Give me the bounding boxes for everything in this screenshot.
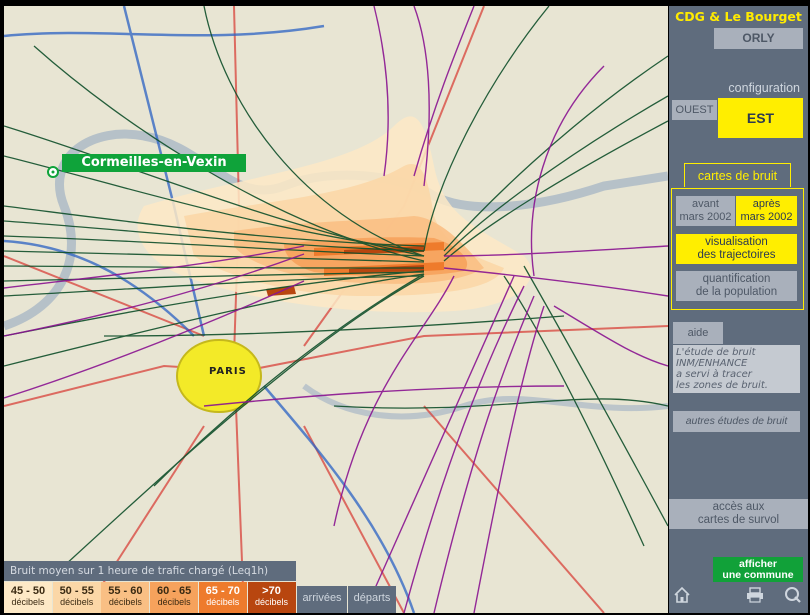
airport-title: CDG & Le Bourget xyxy=(675,9,802,24)
legend-band-unit: décibels xyxy=(206,597,240,607)
arrivals-toggle[interactable]: arrivées xyxy=(297,586,347,613)
departures-toggle[interactable]: départs xyxy=(348,586,396,613)
legend-band-label: 55 - 60 xyxy=(108,585,143,597)
autres-etudes-button[interactable]: autres études de bruit xyxy=(673,411,800,432)
application-window: Cormeilles-en-Vexin PARIS Bruit moyen su… xyxy=(0,0,810,615)
print-icon[interactable] xyxy=(746,587,764,607)
quit-icon[interactable] xyxy=(784,586,802,608)
legend-band-3: 60 - 65 décibels xyxy=(150,582,199,613)
legend-band-5: >70 décibels xyxy=(247,582,296,613)
acces-cartes-survol-button[interactable]: accès aux cartes de survol xyxy=(669,499,808,529)
apres-label: après xyxy=(752,198,781,210)
orly-button[interactable]: ORLY xyxy=(714,28,803,49)
legend-band-2: 55 - 60 décibels xyxy=(101,582,150,613)
apres-date: mars 2002 xyxy=(740,211,793,223)
legend-title: Bruit moyen sur 1 heure de trafic chargé… xyxy=(4,561,296,581)
trajectoires-label: des trajectoires xyxy=(697,249,776,261)
legend-band-label: 50 - 55 xyxy=(59,585,94,597)
noise-legend: Bruit moyen sur 1 heure de trafic chargé… xyxy=(4,561,296,613)
avant-mars-2002-button[interactable]: avant mars 2002 xyxy=(676,196,735,226)
legend-band-unit: décibels xyxy=(108,597,142,607)
une-commune-label: une commune xyxy=(722,569,794,581)
legend-band-label: 45 - 50 xyxy=(10,585,46,597)
legend-band-0: 45 - 50 décibels xyxy=(4,582,52,613)
map-graphics xyxy=(4,6,668,613)
help-line-2: INM/ENHANCE xyxy=(676,358,748,369)
cartes-survol-label: cartes de survol xyxy=(697,514,780,526)
configuration-label: configuration xyxy=(728,81,800,95)
ouest-button[interactable]: OUEST xyxy=(672,100,717,120)
visualisation-label: visualisation xyxy=(705,236,768,248)
acces-label: accès aux xyxy=(712,501,765,513)
side-panel: CDG & Le Bourget ORLY configuration OUES… xyxy=(669,6,808,613)
legend-band-unit: décibels xyxy=(60,597,94,607)
city-label-paris: PARIS xyxy=(209,366,247,377)
noise-map[interactable]: Cormeilles-en-Vexin PARIS xyxy=(4,6,668,613)
help-line-3: a servi à tracer xyxy=(676,369,752,380)
help-line-4: les zones de bruit. xyxy=(676,380,768,391)
legend-band-1: 50 - 55 décibels xyxy=(52,582,101,613)
quantification-label: quantification xyxy=(702,273,771,285)
legend-band-label: 60 - 65 xyxy=(156,585,192,597)
home-icon[interactable] xyxy=(673,586,691,608)
commune-label: Cormeilles-en-Vexin xyxy=(62,154,246,172)
afficher-commune-button[interactable]: afficher une commune xyxy=(713,557,803,582)
legend-band-unit: décibels xyxy=(157,597,191,607)
avant-date: mars 2002 xyxy=(679,211,732,223)
legend-band-4: 65 - 70 décibels xyxy=(198,582,247,613)
quantification-population-button[interactable]: quantification de la population xyxy=(676,271,797,301)
legend-band-unit: décibels xyxy=(11,597,45,607)
legend-band-unit: décibels xyxy=(254,597,289,607)
est-button[interactable]: EST xyxy=(718,98,803,138)
cartes-bruit-tab[interactable]: cartes de bruit xyxy=(684,163,791,187)
avant-label: avant xyxy=(692,198,719,210)
legend-band-label: >70 xyxy=(262,585,281,597)
help-text: L'étude de bruit INM/ENHANCE a servi à t… xyxy=(673,345,800,393)
help-line-1: L'étude de bruit xyxy=(676,347,756,358)
legend-band-label: 65 - 70 xyxy=(205,585,240,597)
apres-mars-2002-button[interactable]: après mars 2002 xyxy=(736,196,797,226)
visualisation-trajectoires-button[interactable]: visualisation des trajectoires xyxy=(676,234,797,264)
aide-tab[interactable]: aide xyxy=(673,322,723,344)
population-label: de la population xyxy=(695,286,778,298)
